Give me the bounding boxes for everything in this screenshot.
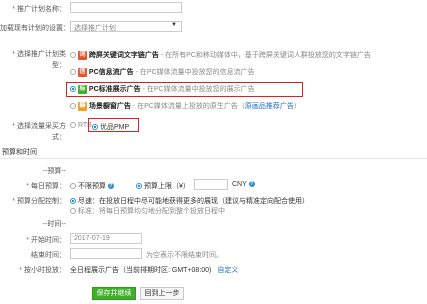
hourly-schedule: 全日程展示广告（当前排期时区: GMT+08:00) 自定义 xyxy=(70,265,238,275)
keyword-ad-icon: 词 xyxy=(77,50,87,60)
hourly-label: * 按小时投放： xyxy=(19,267,66,274)
customize-link[interactable]: 自定义 xyxy=(217,267,238,274)
plan-name-label: * 推广计划名称： xyxy=(12,6,66,13)
copy-plan-placeholder: 选择推广计划 xyxy=(74,25,116,32)
radio-icon[interactable] xyxy=(70,52,76,59)
plan-type-desc: - 在所有PC和移动媒体中，基于跨屏关键词人群投放您的文字链广告 xyxy=(160,52,371,59)
showcase-ad-icon: 橱 xyxy=(77,101,87,111)
start-time-label: * 开始时间： xyxy=(26,237,66,244)
radio-icon[interactable] xyxy=(70,103,76,110)
daily-option-unlimited[interactable]: 不限预算 ? xyxy=(70,181,114,191)
budget-group-label: --预算-- xyxy=(42,168,66,175)
plan-type-desc: - 在PC媒体流量上投放的原生广告（ xyxy=(132,103,245,110)
plan-type-title: PC标准展示广告 xyxy=(88,86,141,93)
hourly-value: 全日程展示广告（当前排期时区: GMT+08:00) xyxy=(70,267,212,274)
plan-type-title: 场景橱窗广告 xyxy=(88,103,131,110)
start-date-value: 2017-07-19 xyxy=(74,235,110,242)
native-recommend-link[interactable]: 原画品推荐广告 xyxy=(245,103,294,110)
buy-method-label: * 选择流量采买方 xyxy=(12,123,66,130)
radio-selected-icon[interactable] xyxy=(136,183,142,190)
end-date-input[interactable] xyxy=(70,248,142,259)
end-date-hint: 为空表示不限结束时间。 xyxy=(146,252,223,259)
time-group-label: --时间-- xyxy=(42,221,66,228)
info-icon[interactable]: ? xyxy=(107,183,114,190)
plan-type-desc: - 在PC媒体流量中投放您的展示广告 xyxy=(142,86,255,93)
divider xyxy=(0,158,427,159)
radio-selected-icon[interactable] xyxy=(70,198,76,205)
dist-option-fast[interactable]: 尽速：在投放日程中尽可能地获得更多的展现（建议与精准定向配合使用） xyxy=(70,196,309,206)
plan-type-title: PC信息流广告 xyxy=(88,69,134,76)
daily-option-label: 不限预算 xyxy=(77,183,106,190)
plan-type-label-2: 型： xyxy=(52,62,66,69)
plan-name-input[interactable] xyxy=(70,2,182,13)
buy-option-pmp[interactable]: 优品PMP xyxy=(92,122,129,132)
currency-label: CNY ? xyxy=(232,181,255,188)
copy-plan-select[interactable]: 选择推广计划 ▼ xyxy=(70,21,182,32)
display-ad-icon: 标 xyxy=(77,84,87,94)
buy-method-label-2: 式： xyxy=(52,134,66,141)
back-button[interactable]: 回到上一步 xyxy=(140,287,184,300)
feed-ad-icon: 信 xyxy=(77,67,87,77)
radio-icon[interactable] xyxy=(70,208,76,215)
daily-option-label: 预算上限（¥） xyxy=(143,183,190,190)
plan-type-desc: - 在PC媒体流量中投放您的信息流广告 xyxy=(135,69,255,76)
save-continue-button[interactable]: 保存并继续 xyxy=(92,287,136,300)
section-title: 预算和时间 xyxy=(2,149,37,156)
info-icon[interactable]: ? xyxy=(248,181,255,188)
plan-type-option-feed[interactable]: 信 PC信息流广告 - 在PC媒体流量中投放您的信息流广告 xyxy=(70,67,255,77)
chevron-down-icon: ▼ xyxy=(171,22,177,28)
plan-type-option-showcase[interactable]: 橱 场景橱窗广告 - 在PC媒体流量上投放的原生广告（原画品推荐广告） xyxy=(70,101,301,111)
plan-type-option-keyword[interactable]: 词 跨屏关键词文字链广告 - 在所有PC和移动媒体中，基于跨屏关键词人群投放您的… xyxy=(70,50,371,60)
end-time-label: 结束时间： xyxy=(31,252,66,259)
daily-budget-label: * 每日预算： xyxy=(26,183,66,190)
buy-option-label: 优品PMP xyxy=(99,124,130,131)
radio-icon[interactable] xyxy=(70,122,76,129)
copy-settings-label: 加载现有计划的设置： xyxy=(0,25,70,32)
radio-icon[interactable] xyxy=(70,69,76,76)
radio-selected-icon[interactable] xyxy=(70,86,76,93)
radio-selected-icon[interactable] xyxy=(92,124,98,131)
budget-distribution-label: * 预算分配控制： xyxy=(12,198,66,205)
plan-type-option-display[interactable]: 标 PC标准展示广告 - 在PC媒体流量中投放您的展示广告 xyxy=(70,84,255,94)
dist-option-label: 尽速：在投放日程中尽可能地获得更多的展现（建议与精准定向配合使用） xyxy=(77,198,309,205)
plan-type-label: * 选择推广计划类 xyxy=(12,51,66,58)
daily-option-cap[interactable]: 预算上限（¥） xyxy=(136,181,190,191)
paren-close: ） xyxy=(293,103,301,110)
budget-amount-input[interactable] xyxy=(194,179,228,190)
start-date-input[interactable]: 2017-07-19 xyxy=(70,233,142,244)
radio-icon[interactable] xyxy=(70,183,76,190)
dist-option-label: 标准：将每日预算均匀地分配到整个投放日程中 xyxy=(77,208,225,215)
dist-option-standard[interactable]: 标准：将每日预算均匀地分配到整个投放日程中 xyxy=(70,206,225,216)
plan-type-title: 跨屏关键词文字链广告 xyxy=(88,52,159,59)
